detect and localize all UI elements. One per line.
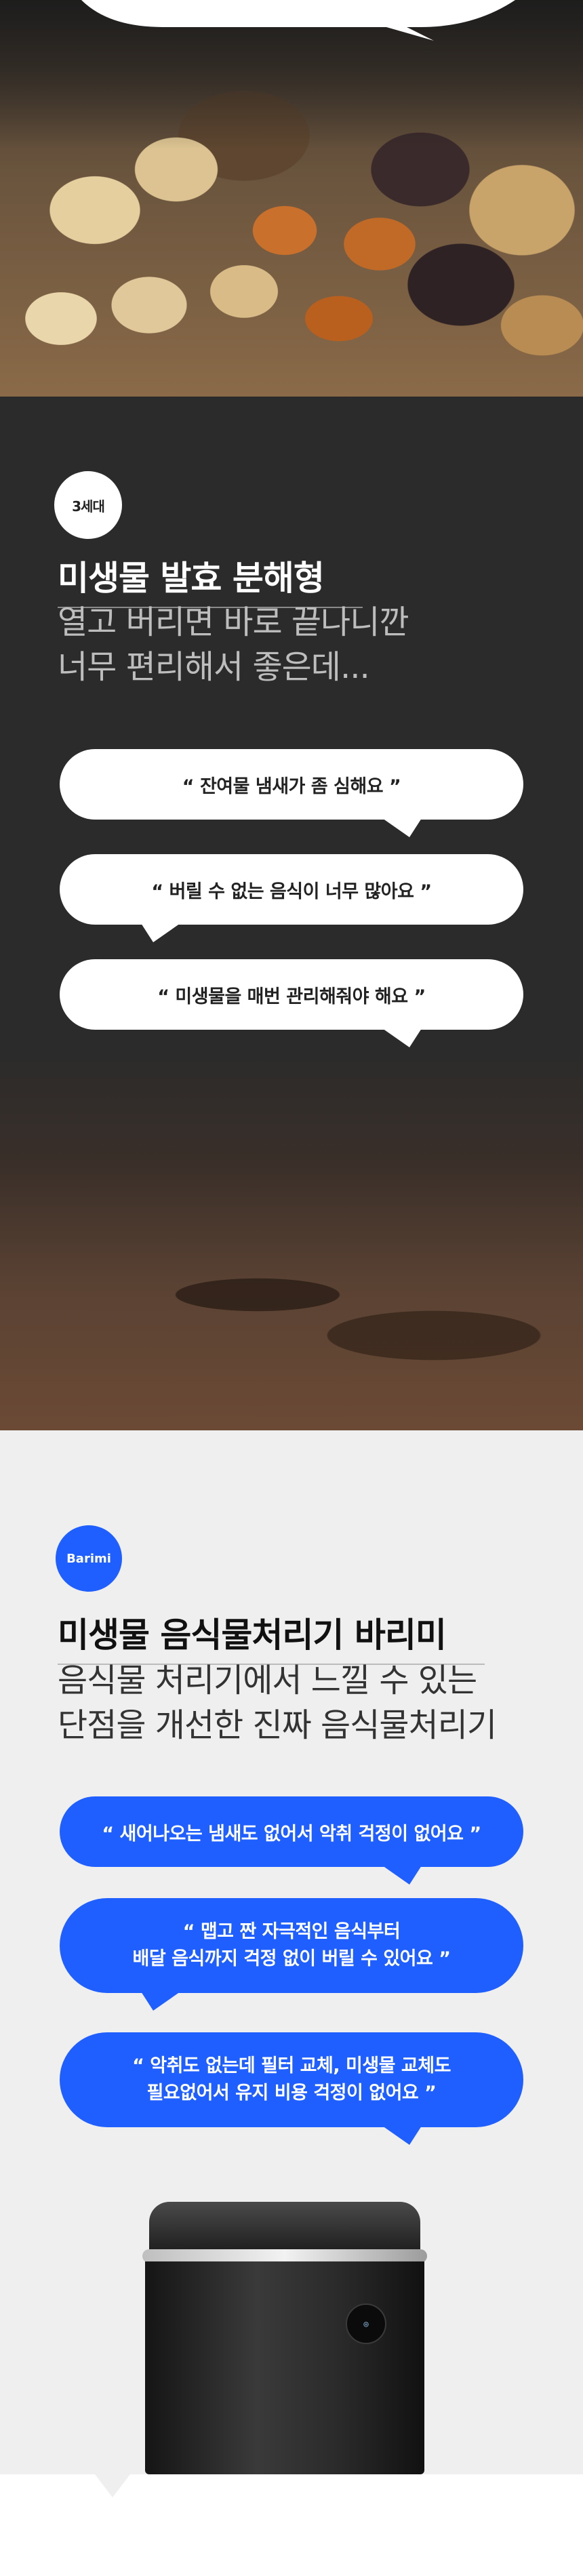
top-bubble-fragment [81,0,515,41]
barimi-subtitle-line: 음식물 처리기에서 느낄 수 있는 [58,1662,477,1699]
product-image: ◎ [142,2202,427,2474]
benefit-text: “ 새어나오는 냄새도 없어서 악취 걱정이 없어요 ” [102,1823,481,1845]
benefit-bubble: “ 악취도 없는데 필터 교체, 미생물 교체도 필요없어서 유지 비용 걱정이… [60,2032,523,2145]
bubble-tail [382,2126,422,2145]
complaint-text: “ 미생물을 매번 관리해줘야 해요 ” [157,986,426,1007]
third-gen-section: 3세대 미생물 발효 분해형 열고 버리면 바로 끝나니깐 너무 편리해서 좋은… [0,397,583,1430]
section-divider-arrow [95,2474,130,2497]
barimi-subtitle-line: 단점을 개선한 진짜 음식물처리기 [58,1706,497,1744]
benefit-text: “ 악취도 없는데 필터 교체, 미생물 교체도 필요없어서 유지 비용 걱정이… [132,2053,451,2107]
barimi-title: 미생물 음식물처리기 바리미 [58,1608,485,1665]
benefit-bubble: “ 새어나오는 냄새도 없어서 악취 걱정이 없어요 ” [60,1796,523,1885]
benefit-text-line: 배달 음식까지 걱정 없이 버릴 수 있어요 ” [132,1948,451,1969]
bubble-tail [382,1028,422,1047]
generation-badge: 3세대 [54,471,122,539]
page: 3세대 미생물 발효 분해형 열고 버리면 바로 끝나니깐 너무 편리해서 좋은… [0,0,583,2576]
bottom-spacer [0,2474,583,2576]
bubble-tail [382,1866,422,1885]
dried-fruit-photo [0,0,583,397]
soil-photo [0,1051,583,1430]
product-body [145,2261,424,2474]
product-display-icon: ◎ [346,2303,386,2344]
product-lid [149,2202,420,2256]
complaint-bubble: “ 미생물을 매번 관리해줘야 해요 ” [60,959,523,1047]
complaint-bubble: “ 잔여물 냄새가 좀 심해요 ” [60,749,523,837]
third-gen-subtitle-line: 열고 버리면 바로 끝나니깐 [58,603,409,641]
barimi-section: Barimi 미생물 음식물처리기 바리미 음식물 처리기에서 느낄 수 있는 … [0,1430,583,2474]
complaint-text: “ 잔여물 냄새가 좀 심해요 ” [182,776,401,797]
bubble-tail [141,1992,180,2011]
benefit-text-line: 필요없어서 유지 비용 걱정이 없어요 ” [146,2082,437,2104]
benefit-bubble: “ 맵고 짠 자극적인 음식부터 배달 음식까지 걱정 없이 버릴 수 있어요 … [60,1898,523,2011]
benefit-text-line: “ 맵고 짠 자극적인 음식부터 [182,1921,401,1942]
complaint-text: “ 버릴 수 없는 음식이 너무 많아요 ” [151,881,432,902]
brand-badge: Barimi [56,1525,122,1592]
bubble-tail [382,818,422,837]
barimi-subtitle: 음식물 처리기에서 느낄 수 있는 단점을 개선한 진짜 음식물처리기 [58,1658,559,1748]
complaint-bubble: “ 버릴 수 없는 음식이 너무 많아요 ” [60,854,523,942]
benefit-text: “ 맵고 짠 자극적인 음식부터 배달 음식까지 걱정 없이 버릴 수 있어요 … [133,1918,451,1973]
third-gen-subtitle-line: 너무 편리해서 좋은데... [58,648,370,686]
third-gen-subtitle: 열고 버리면 바로 끝나니깐 너무 편리해서 좋은데... [58,600,532,689]
benefit-text-line: “ 악취도 없는데 필터 교체, 미생물 교체도 [132,2055,451,2076]
product-trim-ring [142,2249,427,2263]
bubble-tail [141,923,180,942]
